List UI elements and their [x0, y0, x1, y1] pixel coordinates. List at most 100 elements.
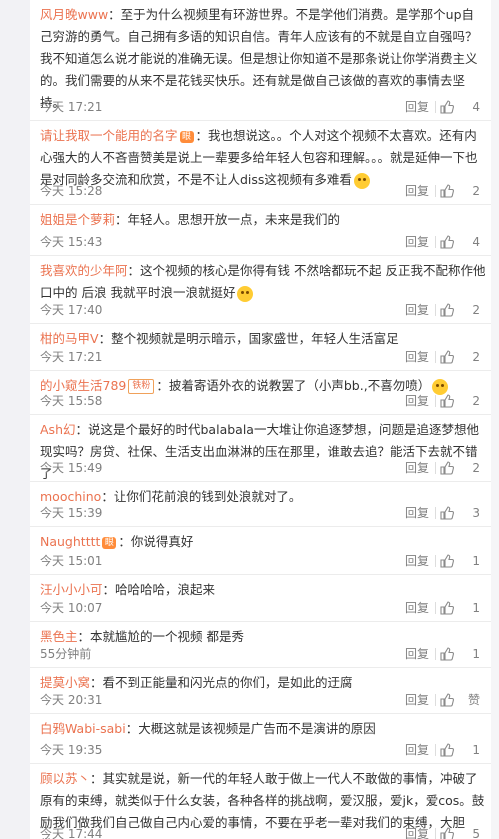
comment-username-link[interactable]: Ash幻: [40, 422, 76, 437]
user-badge-icon: 眼: [179, 130, 194, 143]
reply-button[interactable]: 回复: [405, 459, 429, 477]
comment-username-link[interactable]: moochino: [40, 489, 101, 504]
like-button[interactable]: 2: [440, 392, 480, 410]
reply-button[interactable]: 回复: [405, 825, 429, 839]
reply-button[interactable]: 回复: [405, 348, 429, 366]
meta-divider: [435, 694, 436, 706]
like-button[interactable]: 2: [440, 182, 480, 200]
like-button[interactable]: 4: [440, 98, 480, 116]
reply-button[interactable]: 回复: [405, 645, 429, 663]
meta-divider: [435, 648, 436, 660]
meta-divider: [435, 185, 436, 197]
comment-username-link[interactable]: 汪小小小可: [40, 582, 103, 597]
meta-divider: [435, 351, 436, 363]
thumbs-up-icon: [440, 350, 454, 364]
reply-button[interactable]: 回复: [405, 392, 429, 410]
comment-meta: 今天 15:43 回复 4: [40, 233, 486, 251]
like-button[interactable]: 2: [440, 459, 480, 477]
like-count: 1: [472, 554, 480, 568]
meta-divider: [435, 236, 436, 248]
comment-timestamp: 今天 10:07: [40, 601, 103, 615]
comment-meta: 今天 17:40 回复 2: [40, 301, 486, 319]
comment-username-link[interactable]: 白鸦Wabi-sabi: [40, 721, 126, 736]
comment-text: 姐姐是个萝莉：年轻人。思想开放一点，未来是我们的: [40, 209, 486, 231]
reply-button[interactable]: 回复: [405, 182, 429, 200]
reply-button[interactable]: 回复: [405, 691, 429, 709]
comment-timestamp: 今天 20:31: [40, 693, 103, 707]
comment-text: 我喜欢的少年阿：这个视频的核心是你得有钱 不然啥都玩不起 反正我不配称作他口中的…: [40, 260, 486, 304]
user-badge-icon: 眼: [102, 536, 117, 549]
comment-timestamp: 今天 19:35: [40, 743, 103, 757]
meta-divider: [435, 828, 436, 839]
like-count: 1: [472, 601, 480, 615]
reply-button[interactable]: 回复: [405, 504, 429, 522]
like-button[interactable]: 3: [440, 504, 480, 522]
thumbs-up-icon: [440, 461, 454, 475]
comment-text: 白鸦Wabi-sabi：大概这就是该视频是广告而不是演讲的原因: [40, 718, 486, 740]
comment-username-link[interactable]: 我喜欢的少年阿: [40, 263, 128, 278]
comment-timestamp: 今天 15:39: [40, 506, 103, 520]
comment-item: 我喜欢的少年阿：这个视频的核心是你得有钱 不然啥都玩不起 反正我不配称作他口中的…: [30, 256, 491, 324]
like-button[interactable]: 4: [440, 233, 480, 251]
comment-meta: 今天 17:21 回复 4: [40, 98, 486, 116]
comment-username-link[interactable]: 请让我取一个能用的名字: [40, 128, 178, 143]
comment-item: Naughtttt 眼：你说得真好 今天 15:01 回复 1: [30, 527, 491, 575]
like-button[interactable]: 5: [440, 825, 480, 839]
left-gutter: [0, 0, 30, 839]
meta-divider: [435, 101, 436, 113]
meta-divider: [435, 507, 436, 519]
comment-item: 提莫小窝：看不到正能量和闪光点的你们，是如此的迂腐 今天 20:31 回复 赞: [30, 668, 491, 714]
comment-username-link[interactable]: 姐姐是个萝莉: [40, 212, 115, 227]
comment-timestamp: 今天 15:28: [40, 184, 103, 198]
comment-item: 柑的马甲V：整个视频就是明示暗示，国家盛世，年轻人生活富足 今天 17:21 回复 2: [30, 324, 491, 371]
like-button[interactable]: 1: [440, 599, 480, 617]
like-count: 5: [472, 827, 480, 839]
thumbs-up-icon: [440, 100, 454, 114]
like-button[interactable]: 1: [440, 645, 480, 663]
comment-timestamp: 今天 17:21: [40, 100, 103, 114]
reply-button[interactable]: 回复: [405, 741, 429, 759]
thumbs-up-icon: [440, 184, 454, 198]
comment-meta: 今天 15:28 回复 2: [40, 182, 486, 200]
comment-text: 柑的马甲V：整个视频就是明示暗示，国家盛世，年轻人生活富足: [40, 328, 486, 350]
reply-button[interactable]: 回复: [405, 301, 429, 319]
comment-username-link[interactable]: 提莫小窝: [40, 675, 90, 690]
thumbs-up-icon: [440, 235, 454, 249]
comment-username-link[interactable]: 顾以苏丶: [40, 771, 90, 786]
like-button[interactable]: 2: [440, 301, 480, 319]
comment-item: 风月晚www：至于为什么视频里有环游世界。不是学他们消费。是学那个up自己穷游的…: [30, 0, 491, 121]
like-count: 4: [472, 235, 480, 249]
reply-button[interactable]: 回复: [405, 233, 429, 251]
like-count: 2: [472, 303, 480, 317]
meta-divider: [435, 395, 436, 407]
comment-meta: 今天 15:49 回复 2: [40, 459, 486, 477]
like-button[interactable]: 1: [440, 741, 480, 759]
comment-body: ：披着寄语外衣的说教罢了（小声bb.,不喜勿喷）: [156, 378, 431, 393]
comment-timestamp: 今天 15:43: [40, 235, 103, 249]
comment-username-link[interactable]: Naughtttt: [40, 534, 100, 549]
comment-item: 白鸦Wabi-sabi：大概这就是该视频是广告而不是演讲的原因今天 19:35 回…: [30, 714, 491, 764]
comment-text: 汪小小小可：哈哈哈哈，浪起来: [40, 579, 486, 601]
comment-meta: 今天 17:21 回复 2: [40, 348, 486, 366]
comment-feed: 风月晚www：至于为什么视频里有环游世界。不是学他们消费。是学那个up自己穷游的…: [0, 0, 499, 839]
scrollbar-track[interactable]: [491, 0, 499, 839]
comment-body: ：让你们花前浪的钱到处浪就对了。: [101, 489, 302, 504]
reply-button[interactable]: 回复: [405, 552, 429, 570]
like-button[interactable]: 2: [440, 348, 480, 366]
thumbs-up-icon: [440, 554, 454, 568]
comment-username-link[interactable]: 黑色主: [40, 629, 78, 644]
like-button[interactable]: 赞: [440, 691, 480, 709]
comment-meta: 今天 17:44 回复 5: [40, 825, 486, 839]
comment-username-link[interactable]: 柑的马甲V: [40, 331, 99, 346]
comment-username-link[interactable]: 风月晚www: [40, 7, 108, 22]
reply-button[interactable]: 回复: [405, 98, 429, 116]
comment-body: ：整个视频就是明示暗示，国家盛世，年轻人生活富足: [98, 331, 399, 346]
comment-username-link[interactable]: 的小窥生活789: [40, 378, 126, 393]
thumbs-up-icon: [440, 827, 454, 839]
like-count: 3: [472, 506, 480, 520]
like-button[interactable]: 1: [440, 552, 480, 570]
reply-button[interactable]: 回复: [405, 599, 429, 617]
thumbs-up-icon: [440, 303, 454, 317]
comment-body: ：本就尴尬的一个视频 都是秀: [77, 629, 244, 644]
meta-divider: [435, 555, 436, 567]
